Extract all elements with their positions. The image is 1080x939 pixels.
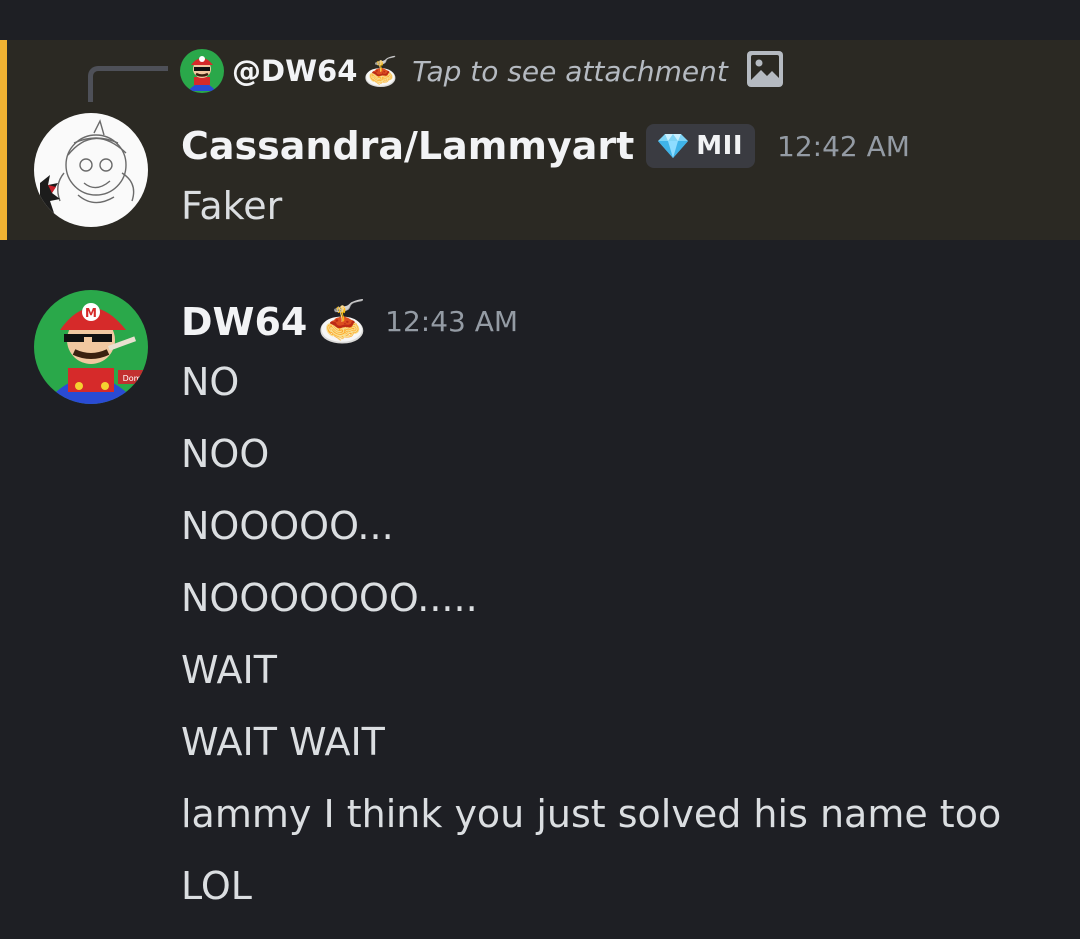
message-line: lammy I think you just solved his name t… [181, 792, 1002, 836]
role-label: MII [696, 131, 744, 161]
reply-attachment-text[interactable]: Tap to see attachment [412, 55, 728, 88]
message-line: NOOOOOOO..... [181, 576, 478, 620]
message-line: NOOOOO... [181, 504, 394, 548]
message-line: LOL [181, 864, 252, 908]
author-name[interactable]: DW64 [181, 300, 307, 344]
diamond-icon [658, 134, 689, 158]
message-timestamp: 12:42 AM [777, 129, 910, 163]
reply-author-name[interactable]: @DW64 [232, 54, 357, 88]
image-icon[interactable] [746, 50, 784, 92]
reply-preview[interactable]: @DW64 🍝 Tap to see attachment [180, 49, 784, 93]
reply-connector-line [88, 66, 168, 102]
top-strip [0, 0, 1080, 40]
spaghetti-emoji: 🍝 [317, 299, 368, 345]
message-mention-highlight[interactable]: @DW64 🍝 Tap to see attachment Cassandra/… [0, 40, 1080, 240]
svg-text:Dom: Dom [123, 374, 142, 383]
svg-text:M: M [85, 306, 97, 320]
message-line: WAIT WAIT [181, 720, 385, 764]
author-avatar[interactable] [34, 113, 148, 227]
spaghetti-emoji: 🍝 [363, 54, 399, 88]
message-text: Faker [181, 184, 283, 228]
message-header: Cassandra/Lammyart MII 12:42 AM [181, 124, 910, 168]
message-header: DW64 🍝 12:43 AM [181, 298, 518, 345]
author-avatar[interactable]: M Dom [34, 290, 148, 404]
message-timestamp: 12:43 AM [385, 305, 519, 338]
message-line: NOO [181, 432, 270, 476]
author-name[interactable]: Cassandra/Lammyart [181, 124, 634, 168]
message-line: NO [181, 360, 240, 404]
message-line: WAIT [181, 648, 277, 692]
mention-indicator-bar [0, 40, 7, 240]
reply-author-avatar[interactable] [180, 49, 224, 93]
role-badge[interactable]: MII [646, 124, 756, 168]
